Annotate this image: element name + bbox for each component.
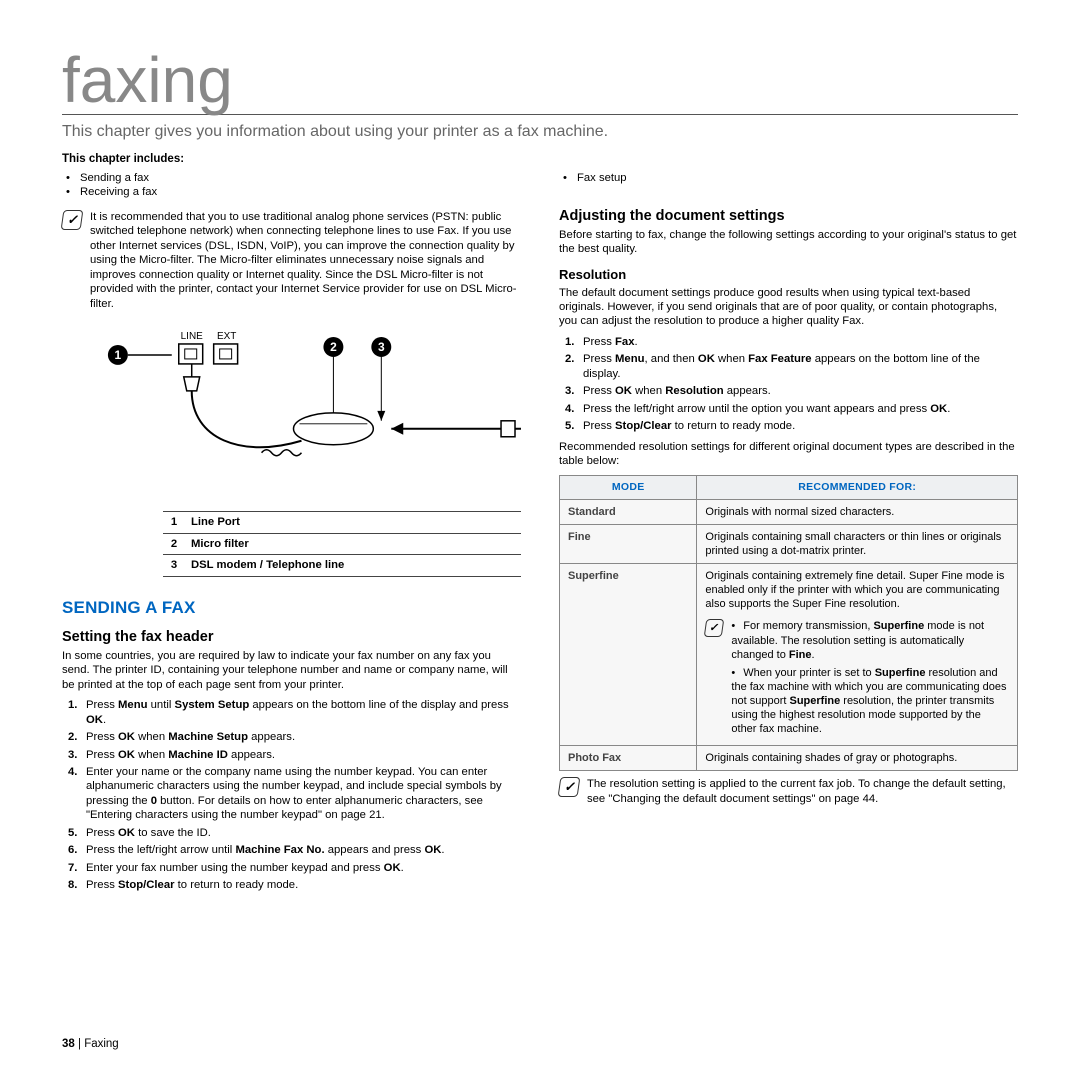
- resolution-table: MODE RECOMMENDED FOR: Standard Originals…: [559, 475, 1018, 772]
- chapter-intro: This chapter gives you information about…: [62, 123, 1018, 141]
- subsection-heading-adjust: Adjusting the document settings: [559, 207, 1018, 226]
- svg-text:1: 1: [115, 348, 122, 362]
- table-row: Fine Originals containing small characte…: [560, 525, 1018, 564]
- step-item: Press OK when Machine ID appears.: [68, 748, 521, 762]
- subsection-heading-fax-header: Setting the fax header: [62, 628, 521, 647]
- note-box: ✓ The resolution setting is applied to t…: [559, 777, 1018, 812]
- body-text: Recommended resolution settings for diff…: [559, 440, 1018, 469]
- diagram-ext-label: EXT: [217, 331, 236, 342]
- includes-heading: This chapter includes:: [62, 153, 1018, 165]
- step-item: Press Menu, and then OK when Fax Feature…: [565, 352, 1018, 381]
- page-number: 38: [62, 1038, 75, 1050]
- table-header: RECOMMENDED FOR:: [697, 475, 1018, 499]
- includes-list-right: Fax setup: [563, 171, 1018, 185]
- table-header: MODE: [560, 475, 697, 499]
- diagram-line-label: LINE: [181, 331, 204, 342]
- svg-text:2: 2: [330, 340, 337, 354]
- step-item: Press OK to save the ID.: [68, 826, 521, 840]
- table-row: Superfine Originals containing extremely…: [560, 564, 1018, 746]
- step-item: Press OK when Machine Setup appears.: [68, 730, 521, 744]
- note-icon: ✓: [704, 619, 725, 637]
- ordered-steps: Press Fax. Press Menu, and then OK when F…: [559, 335, 1018, 434]
- footer-section: Faxing: [84, 1038, 119, 1050]
- step-item: Press the left/right arrow until Machine…: [68, 843, 521, 857]
- body-text: In some countries, you are required by l…: [62, 649, 521, 692]
- list-item: For memory transmission, Superfine mode …: [731, 619, 1009, 661]
- note-bullet-list: For memory transmission, Superfine mode …: [731, 619, 1009, 740]
- includes-list-left: Sending a fax Receiving a fax: [66, 171, 521, 200]
- note-box: ✓ It is recommended that you to use trad…: [62, 210, 521, 317]
- list-item: Sending a fax: [66, 171, 521, 185]
- step-item: Press Fax.: [565, 335, 1018, 349]
- step-item: Enter your fax number using the number k…: [68, 861, 521, 875]
- step-item: Press Menu until System Setup appears on…: [68, 698, 521, 727]
- step-item: Enter your name or the company name usin…: [68, 765, 521, 823]
- step-item: Press Stop/Clear to return to ready mode…: [565, 419, 1018, 433]
- page-footer: 38 | Faxing: [62, 1038, 119, 1050]
- note-text: It is recommended that you to use tradit…: [90, 210, 521, 311]
- list-item: When your printer is set to Superfine re…: [731, 666, 1009, 736]
- body-text: Before starting to fax, change the follo…: [559, 228, 1018, 257]
- step-item: Press OK when Resolution appears.: [565, 384, 1018, 398]
- left-column: Sending a fax Receiving a fax ✓ It is re…: [62, 171, 521, 896]
- right-column: Fax setup Adjusting the document setting…: [559, 171, 1018, 896]
- note-text: The resolution setting is applied to the…: [587, 777, 1018, 806]
- body-text: The default document settings produce go…: [559, 286, 1018, 329]
- section-heading-sending: SENDING A FAX: [62, 597, 521, 619]
- subsubsection-heading-resolution: Resolution: [559, 267, 1018, 284]
- diagram-legend: 1Line Port 2Micro filter 3DSL modem / Te…: [163, 511, 521, 576]
- note-icon: ✓: [61, 210, 84, 230]
- list-item: Receiving a fax: [66, 185, 521, 199]
- list-item: Fax setup: [563, 171, 1018, 185]
- page-title: faxing: [62, 48, 1018, 115]
- ordered-steps: Press Menu until System Setup appears on…: [62, 698, 521, 892]
- table-row: Standard Originals with normal sized cha…: [560, 499, 1018, 524]
- note-icon: ✓: [558, 777, 581, 797]
- step-item: Press Stop/Clear to return to ready mode…: [68, 878, 521, 892]
- svg-text:3: 3: [378, 340, 385, 354]
- step-item: Press the left/right arrow until the opt…: [565, 402, 1018, 416]
- table-row: Photo Fax Originals containing shades of…: [560, 746, 1018, 771]
- connection-diagram: 1 LINE EXT 2 3: [62, 329, 521, 499]
